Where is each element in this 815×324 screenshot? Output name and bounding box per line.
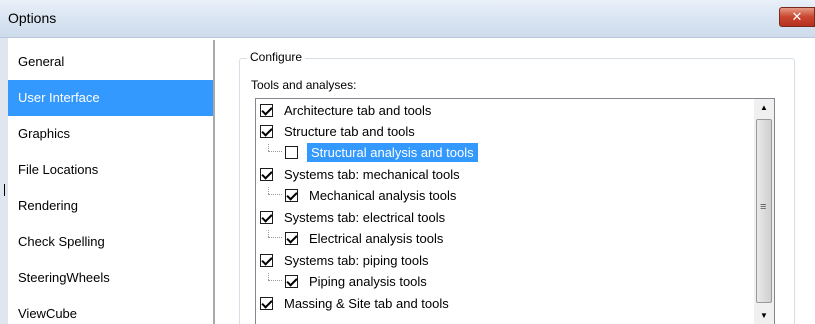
- category-rendering[interactable]: Rendering: [8, 188, 213, 224]
- tree-item-systems-electrical[interactable]: Systems tab: electrical tools: [256, 208, 754, 228]
- tree-item-mechanical-analysis[interactable]: Mechanical analysis tools: [256, 186, 754, 206]
- category-steeringwheels[interactable]: SteeringWheels: [8, 260, 213, 296]
- category-user-interface[interactable]: User Interface: [8, 80, 213, 116]
- tree-item-label: Electrical analysis tools: [309, 231, 444, 246]
- tree-item-label: Architecture tab and tools: [284, 103, 432, 118]
- tree-item-label: Systems tab: mechanical tools: [284, 167, 460, 182]
- checkbox[interactable]: [260, 168, 273, 181]
- category-check-spelling[interactable]: Check Spelling: [8, 224, 213, 260]
- title-bar[interactable]: Options ✕: [0, 0, 815, 38]
- options-dialog: Options ✕ General User Interface Graphic…: [0, 0, 815, 324]
- tree-item-label: Massing & Site tab and tools: [284, 296, 449, 311]
- category-viewcube[interactable]: ViewCube: [8, 296, 213, 324]
- tree-item-label: Structure tab and tools: [284, 124, 415, 139]
- scroll-up-button[interactable]: ▲: [754, 99, 774, 117]
- arrow-down-icon: ▼: [760, 311, 768, 320]
- tree-item-structural-analysis[interactable]: Structural analysis and tools: [256, 143, 754, 163]
- close-button[interactable]: ✕: [779, 7, 815, 27]
- category-general[interactable]: General: [8, 44, 213, 80]
- scroll-down-button[interactable]: ▼: [754, 307, 774, 324]
- tree-item-label: Piping analysis tools: [309, 274, 427, 289]
- category-file-locations[interactable]: File Locations: [8, 152, 213, 188]
- tools-and-analyses-label: Tools and analyses:: [251, 78, 357, 92]
- checkbox[interactable]: [260, 211, 273, 224]
- checkbox[interactable]: [285, 275, 298, 288]
- checkbox[interactable]: [285, 189, 298, 202]
- checkbox[interactable]: [260, 104, 273, 117]
- checkbox[interactable]: [285, 232, 298, 245]
- window-title: Options: [8, 10, 57, 26]
- tree-scrollbar[interactable]: ▲ ≡ ▼: [754, 99, 774, 324]
- tree-item-electrical-analysis[interactable]: Electrical analysis tools: [256, 229, 754, 249]
- checkbox[interactable]: [285, 146, 298, 159]
- tree-item-label: Systems tab: electrical tools: [284, 210, 446, 225]
- configure-group-title: Configure: [247, 50, 306, 64]
- category-list: General User Interface Graphics File Loc…: [8, 40, 215, 324]
- tree-item-systems-mechanical[interactable]: Systems tab: mechanical tools: [256, 165, 754, 185]
- tree-item-architecture[interactable]: Architecture tab and tools: [256, 101, 754, 121]
- tree-item-label: Mechanical analysis tools: [309, 188, 457, 203]
- checkbox[interactable]: [260, 297, 273, 310]
- tree-item-structure[interactable]: Structure tab and tools: [256, 122, 754, 142]
- stray-mark: [4, 184, 5, 196]
- arrow-up-icon: ▲: [760, 103, 768, 112]
- category-graphics[interactable]: Graphics: [8, 116, 213, 152]
- settings-pane: Configure Tools and analyses: Architectu…: [217, 40, 815, 324]
- tree-item-label: Structural analysis and tools: [307, 143, 478, 162]
- tree-item-massing-site[interactable]: Massing & Site tab and tools: [256, 294, 754, 314]
- dialog-left-edge: [0, 38, 8, 324]
- scrollbar-thumb[interactable]: ≡: [756, 119, 772, 303]
- checkbox[interactable]: [260, 254, 273, 267]
- close-icon: ✕: [791, 9, 803, 24]
- tools-tree: Architecture tab and tools Structure tab…: [255, 98, 775, 324]
- tree-item-label: Systems tab: piping tools: [284, 253, 429, 268]
- checkbox[interactable]: [260, 125, 273, 138]
- tree-item-systems-piping[interactable]: Systems tab: piping tools: [256, 251, 754, 271]
- grip-icon: ≡: [760, 201, 767, 213]
- tree-item-piping-analysis[interactable]: Piping analysis tools: [256, 272, 754, 292]
